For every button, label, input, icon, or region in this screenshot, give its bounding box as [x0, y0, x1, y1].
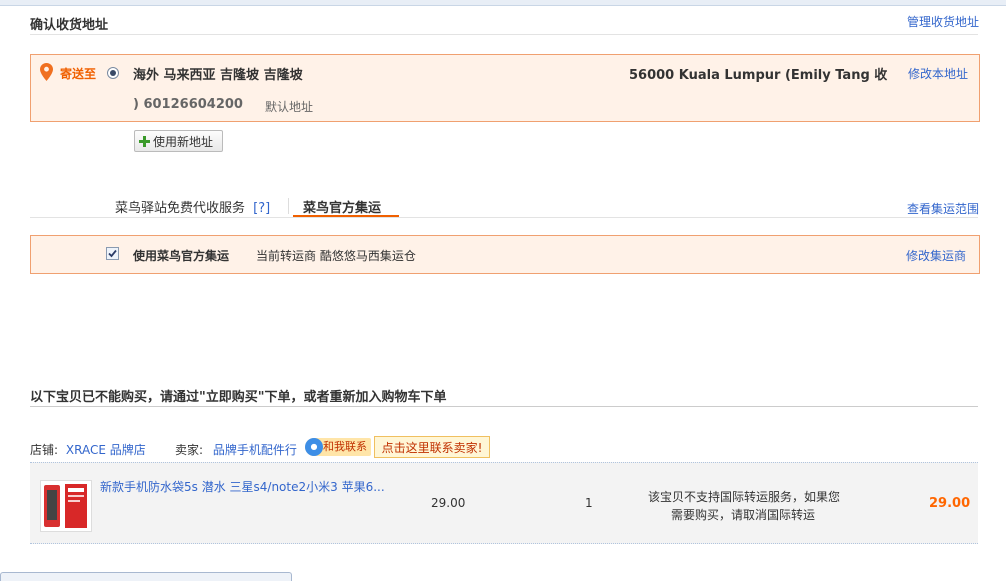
- view-scope-link[interactable]: 查看集运范围: [907, 200, 979, 217]
- address-phone: ) 60126604200: [133, 97, 243, 112]
- address-region: 海外 马来西亚 吉隆坡 吉隆坡: [133, 68, 303, 83]
- help-link[interactable]: [?]: [253, 201, 270, 216]
- plus-icon: [139, 132, 150, 154]
- tab-cainiao-station-label: 菜鸟驿站免费代收服务: [115, 201, 246, 216]
- address-detail: 56000 Kuala Lumpur (Emily Tang 收: [629, 68, 888, 83]
- forwarding-notice-line1: 该宝贝不支持国际转运服务，如果您: [648, 490, 841, 504]
- item-price: 29.00: [431, 496, 466, 510]
- use-new-address-button[interactable]: 使用新地址: [134, 130, 223, 152]
- shop-label: 店铺:: [30, 443, 59, 457]
- chat-icon: ●: [305, 438, 323, 456]
- tab-cainiao-station[interactable]: 菜鸟驿站免费代收服务 [?]: [115, 197, 270, 216]
- manage-addresses-link[interactable]: 管理收货地址: [907, 13, 979, 30]
- consolidation-box: 使用菜鸟官方集运 当前转运商 酷悠悠马西集运仓 修改集运商: [30, 235, 980, 274]
- ship-to-label: 寄送至: [60, 67, 97, 81]
- contact-tip[interactable]: 点击这里联系卖家!: [374, 436, 490, 458]
- edit-forwarder-link[interactable]: 修改集运商: [906, 247, 966, 264]
- tab-separator: [288, 198, 289, 214]
- use-consolidation-label: 使用菜鸟官方集运: [133, 249, 230, 263]
- current-forwarder-text: 当前转运商 酷悠悠马西集运仓: [256, 249, 416, 263]
- seller-name-link[interactable]: 品牌手机配件行: [213, 443, 297, 457]
- browser-top-edge: [0, 0, 1006, 6]
- unavailable-divider: [30, 406, 978, 407]
- location-pin-icon: [40, 63, 53, 84]
- address-section-title: 确认收货地址: [30, 18, 109, 33]
- tab-divider: [30, 217, 978, 218]
- unavailable-heading: 以下宝贝已不能购买，请通过"立即购买"下单，或者重新加入购物车下单: [30, 390, 447, 405]
- tab-cainiao-consolidation[interactable]: 菜鸟官方集运: [303, 197, 381, 216]
- selected-address-box[interactable]: 寄送至 海外 马来西亚 吉隆坡 吉隆坡 56000 Kuala Lumpur (…: [30, 54, 980, 122]
- unavailable-item-row: 新款手机防水袋5s 潜水 三星s4/note2小米3 苹果6... 29.00 …: [30, 462, 978, 544]
- address-radio[interactable]: [107, 67, 119, 79]
- section-divider: [30, 34, 978, 35]
- item-subtotal: 29.00: [929, 496, 971, 511]
- use-new-address-label: 使用新地址: [153, 135, 214, 149]
- forwarding-notice-line2: 需要购买，请取消国际转运: [671, 508, 816, 522]
- seller-info: 卖家: 品牌手机配件行: [175, 441, 297, 458]
- contact-badge-label: 和我联系: [323, 440, 367, 453]
- product-thumbnail[interactable]: [40, 480, 92, 532]
- item-quantity: 1: [585, 496, 593, 510]
- shop-info: 店铺: XRACE 品牌店: [30, 441, 146, 458]
- use-consolidation-checkbox[interactable]: [106, 247, 119, 260]
- edit-address-link[interactable]: 修改本地址: [908, 65, 968, 82]
- product-title-link[interactable]: 新款手机防水袋5s 潜水 三星s4/note2小米3 苹果6...: [100, 478, 385, 495]
- contact-seller-button[interactable]: ● 和我联系: [305, 438, 371, 456]
- seller-label: 卖家:: [175, 443, 204, 457]
- default-address-tag: 默认地址: [265, 100, 314, 114]
- shop-name-link[interactable]: XRACE 品牌店: [66, 443, 146, 457]
